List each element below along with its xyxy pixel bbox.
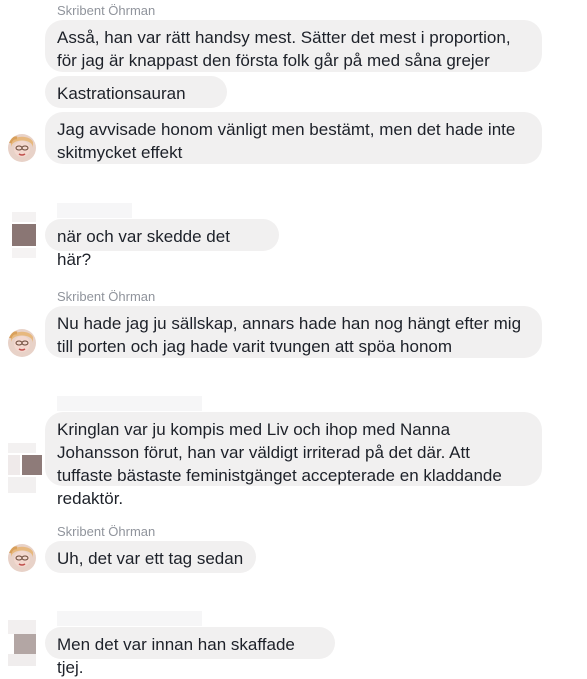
- profile-photo-avatar[interactable]: [8, 544, 36, 572]
- sender-name: Skribent Öhrman: [57, 3, 156, 18]
- redacted-sender-name: [57, 203, 132, 218]
- sender-name: Skribent Öhrman: [57, 524, 156, 539]
- sender-name: Skribent Öhrman: [57, 289, 156, 304]
- message-bubble[interactable]: Kastrationsauran osv: [45, 76, 227, 126]
- message-bubble[interactable]: när och var skedde det här?: [45, 219, 279, 269]
- message-bubble[interactable]: Men det var innan han skaffade tjej.: [45, 627, 335, 677]
- message-bubble[interactable]: Kringlan var ju kompis med Liv och ihop …: [45, 412, 542, 508]
- message-bubble[interactable]: Jag avvisade honom vänligt men bestämt, …: [45, 112, 542, 164]
- message-bubble[interactable]: Nu hade jag ju sällskap, annars hade han…: [45, 306, 542, 358]
- profile-photo-avatar[interactable]: [8, 329, 36, 357]
- message-bubble[interactable]: Asså, han var rätt handsy mest. Sätter d…: [45, 20, 542, 72]
- message-bubble[interactable]: Uh, det var ett tag sedan: [45, 541, 256, 573]
- chat-thread: Skribent Öhrman Asså, han var rätt hands…: [0, 0, 587, 677]
- redacted-sender-name: [57, 396, 202, 411]
- redacted-sender-name: [57, 611, 202, 626]
- profile-photo-avatar[interactable]: [8, 134, 36, 162]
